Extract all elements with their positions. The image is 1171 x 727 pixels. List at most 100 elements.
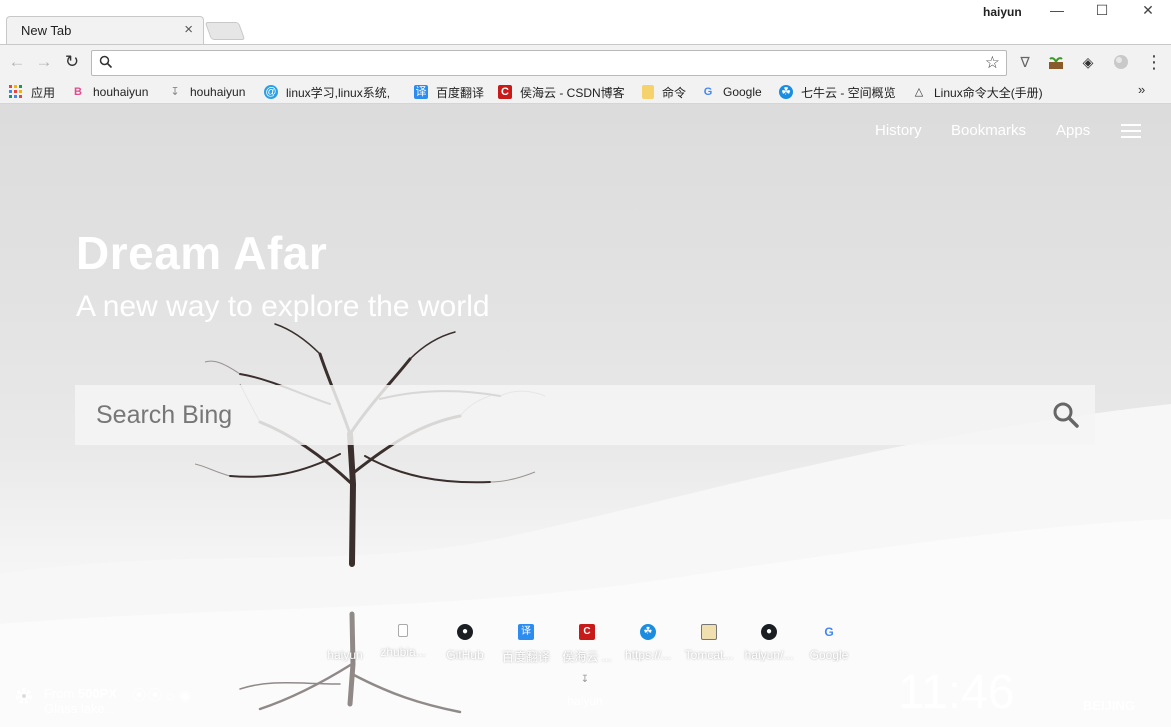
bookmark-star-icon[interactable]: ☆ (985, 53, 1000, 73)
shortcut-tile[interactable]: G Google (796, 624, 862, 662)
translate-icon: 译 (518, 624, 534, 640)
shortcut-tile[interactable]: ↧ haiyun (552, 674, 618, 708)
bing-search-bar (75, 385, 1095, 445)
bookmark-label: houhaiyun (93, 85, 149, 99)
shortcut-tile[interactable]: 译 百度翻译 (493, 624, 559, 665)
shortcut-tile[interactable]: zhubia... (370, 624, 436, 659)
forward-arrow-icon[interactable]: → (33, 51, 55, 73)
bookmark-label: 七牛云 - 空间概览 (801, 85, 896, 100)
shortcut-label: 百度翻译 (501, 650, 550, 664)
bookmark-label: houhaiyun (190, 85, 246, 99)
search-icon[interactable] (1051, 400, 1081, 430)
bookmark-apps[interactable]: 应用 (9, 83, 55, 101)
google-icon: G (703, 86, 713, 98)
back-arrow-icon[interactable]: ← (6, 51, 28, 73)
page-icon (337, 624, 353, 640)
social-share-icons[interactable]: ⦿⦿☼◉ (132, 685, 193, 705)
extension-cube-icon[interactable]: ◈ (1079, 53, 1097, 71)
shortcut-label: zhubia... (380, 645, 426, 659)
hero-title: Dream Afar (76, 227, 328, 279)
download-icon: ↧ (580, 674, 590, 685)
bookmark-label: 命令 (662, 85, 687, 100)
search-input[interactable] (75, 385, 1035, 445)
shortcut-label: 侯海云 ... (562, 650, 612, 664)
bookmark-linux-cmd[interactable]: △ Linux命令大全(手册) (912, 83, 1043, 101)
page-icon (398, 624, 408, 637)
blue-circle-icon: @ (264, 85, 278, 99)
qiniu-icon: ☘ (779, 85, 793, 99)
search-icon (99, 55, 113, 69)
extension-plant-icon[interactable] (1047, 53, 1065, 71)
shortcut-label: haiyun (327, 648, 363, 662)
bookmarks-bar: 应用 B houhaiyun ↧ houhaiyun @ linux学习,lin… (0, 78, 1171, 104)
bookmark-label: 侯海云 - CSDN博客 (520, 85, 625, 100)
bookmark-csdn[interactable]: C 侯海云 - CSDN博客 (498, 83, 625, 101)
bookmark-folder-commands[interactable]: 命令 (642, 83, 686, 101)
title-bar: New Tab × haiyun — ☐ ✕ (0, 0, 1171, 44)
more-bookmarks-icon[interactable]: » (1138, 82, 1145, 97)
tab-title: New Tab (21, 23, 72, 38)
profile-name[interactable]: haiyun (983, 5, 1022, 19)
shortcut-label: Google (809, 648, 849, 662)
shortcut-label: Tomcat... (684, 648, 734, 662)
folder-icon (642, 85, 654, 99)
shortcut-tile[interactable]: haiyun (312, 624, 378, 662)
shortcut-tile[interactable]: ● GitHub (432, 624, 498, 662)
reload-icon[interactable]: ↻ (61, 51, 83, 73)
new-tab-button[interactable] (204, 22, 246, 40)
close-window-icon[interactable]: ✕ (1136, 2, 1160, 22)
translate-icon: 译 (414, 85, 428, 99)
browser-toolbar: ← → ↻ ☆ ∇ ◈ ⋮ (0, 44, 1171, 78)
bookmark-google[interactable]: G Google (701, 83, 762, 101)
google-icon: G (824, 625, 834, 639)
tab-close-icon[interactable]: × (184, 21, 193, 38)
csdn-icon: C (579, 624, 595, 640)
maximize-icon[interactable]: ☐ (1090, 2, 1114, 22)
shortcut-label: GitHub (446, 648, 484, 662)
photo-source-name: 500PX (77, 686, 117, 701)
nav-apps-link[interactable]: Apps (1056, 122, 1090, 139)
bookmark-linux-study[interactable]: @ linux学习,linux系统, (264, 83, 404, 101)
shortcut-label: https://... (624, 648, 672, 662)
new-tab-page: History Bookmarks Apps Dream Afar A new … (0, 104, 1171, 727)
shortcut-label: haiyun/... (744, 648, 794, 662)
nav-history-link[interactable]: History (875, 122, 922, 139)
pink-b-icon: B (74, 86, 82, 98)
bookmark-label: Google (723, 85, 762, 99)
hero-subtitle: A new way to explore the world (76, 290, 490, 323)
photo-title[interactable]: Glass lake... (44, 701, 116, 716)
shortcut-tile[interactable]: ● haiyun/... (736, 624, 802, 662)
nav-bookmarks-link[interactable]: Bookmarks (951, 122, 1026, 139)
apps-grid-icon (9, 85, 23, 99)
qiniu-icon: ☘ (640, 624, 656, 640)
bookmark-label: 百度翻译 (436, 85, 485, 100)
gear-icon[interactable] (14, 686, 34, 706)
bookmark-baidu-translate[interactable]: 译 百度翻译 (414, 83, 484, 101)
minimize-icon[interactable]: — (1045, 2, 1069, 22)
bookmark-label: linux学习,linux系统, (286, 85, 391, 100)
extension-translate-icon[interactable]: ∇ (1016, 53, 1034, 71)
shortcut-tile[interactable]: ☘ https://... (615, 624, 681, 662)
tomcat-icon (701, 624, 717, 640)
clock: 11:46 (898, 666, 1015, 719)
address-bar[interactable]: ☆ (91, 50, 1007, 76)
bookmark-houhaiyun-1[interactable]: B houhaiyun (71, 83, 148, 101)
shortcut-tile[interactable]: C 侯海云 ... (554, 624, 620, 665)
hamburger-menu-icon[interactable] (1121, 124, 1141, 138)
city-label: BEIJING (1083, 698, 1136, 713)
bookmark-qiniu[interactable]: ☘ 七牛云 - 空间概览 (779, 83, 896, 101)
linux-cmd-icon: △ (914, 86, 924, 98)
photo-source[interactable]: From 500PX (44, 686, 117, 701)
extension-circle-icon[interactable] (1112, 53, 1130, 71)
bookmark-houhaiyun-2[interactable]: ↧ houhaiyun (168, 83, 245, 101)
browser-menu-icon[interactable]: ⋮ (1145, 51, 1163, 73)
github-icon: ● (457, 624, 473, 640)
bookmark-label: 应用 (31, 85, 56, 100)
shortcut-label: haiyun (567, 694, 603, 708)
csdn-icon: C (498, 85, 512, 99)
tab-new-tab[interactable]: New Tab × (6, 16, 204, 44)
bookmark-label: Linux命令大全(手册) (934, 85, 1043, 100)
github-icon: ● (761, 624, 777, 640)
photo-source-prefix: From (44, 686, 78, 701)
shortcut-tile[interactable]: Tomcat... (676, 624, 742, 662)
